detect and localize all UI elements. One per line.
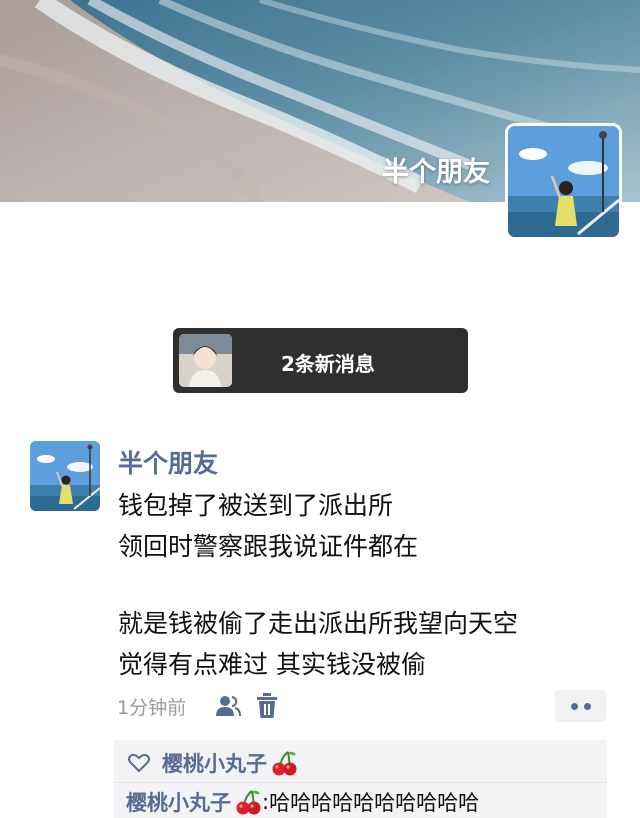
friends-icon[interactable] xyxy=(215,694,241,718)
sender-avatar xyxy=(179,334,232,387)
more-icon xyxy=(584,703,591,710)
cherry-emoji xyxy=(236,790,261,815)
comment-text: 哈哈哈哈哈哈哈哈哈哈 xyxy=(269,791,480,815)
like-user-name[interactable]: 樱桃小丸子 xyxy=(162,748,267,778)
post-text-line: 就是钱被偷了走出派出所我望向天空 xyxy=(118,609,519,638)
new-messages-banner[interactable]: 2条新消息 xyxy=(173,328,468,393)
post-avatar-image xyxy=(30,441,100,511)
heart-icon xyxy=(128,753,150,773)
post-content: 钱包掉了被送到了派出所 领回时警察跟我说证件都在 就是钱被偷了走出派出所我望向天… xyxy=(118,485,518,685)
post-author-name[interactable]: 半个朋友 xyxy=(118,444,218,480)
profile-name: 半个朋友 xyxy=(382,157,490,188)
post-author-avatar[interactable] xyxy=(30,441,100,511)
avatar-image xyxy=(508,126,619,237)
more-icon xyxy=(571,703,578,710)
post-text-line: 觉得有点难过 其实钱没被偷 xyxy=(118,650,426,679)
new-messages-label: 2条新消息 xyxy=(281,352,375,376)
post-text-line: 钱包掉了被送到了派出所 xyxy=(118,491,394,520)
cherry-emoji xyxy=(272,751,297,776)
likes-comments-section: 樱桃小丸子 樱桃小丸子 : 哈哈哈哈哈哈哈哈哈哈 xyxy=(114,740,607,818)
likes-row: 樱桃小丸子 xyxy=(128,746,298,780)
comment-item[interactable]: 樱桃小丸子 : 哈哈哈哈哈哈哈哈哈哈 xyxy=(126,786,479,818)
post-text-blank-line xyxy=(118,567,518,603)
delete-icon[interactable] xyxy=(256,693,278,719)
divider xyxy=(114,782,607,783)
comment-author[interactable]: 樱桃小丸子 xyxy=(126,787,231,817)
profile-avatar[interactable] xyxy=(505,123,622,240)
more-button[interactable] xyxy=(555,690,607,722)
comment-separator: : xyxy=(262,790,270,814)
sender-avatar-image xyxy=(179,334,232,387)
post-timestamp: 1分钟前 xyxy=(117,697,187,719)
post-text-line: 领回时警察跟我说证件都在 xyxy=(118,532,419,561)
